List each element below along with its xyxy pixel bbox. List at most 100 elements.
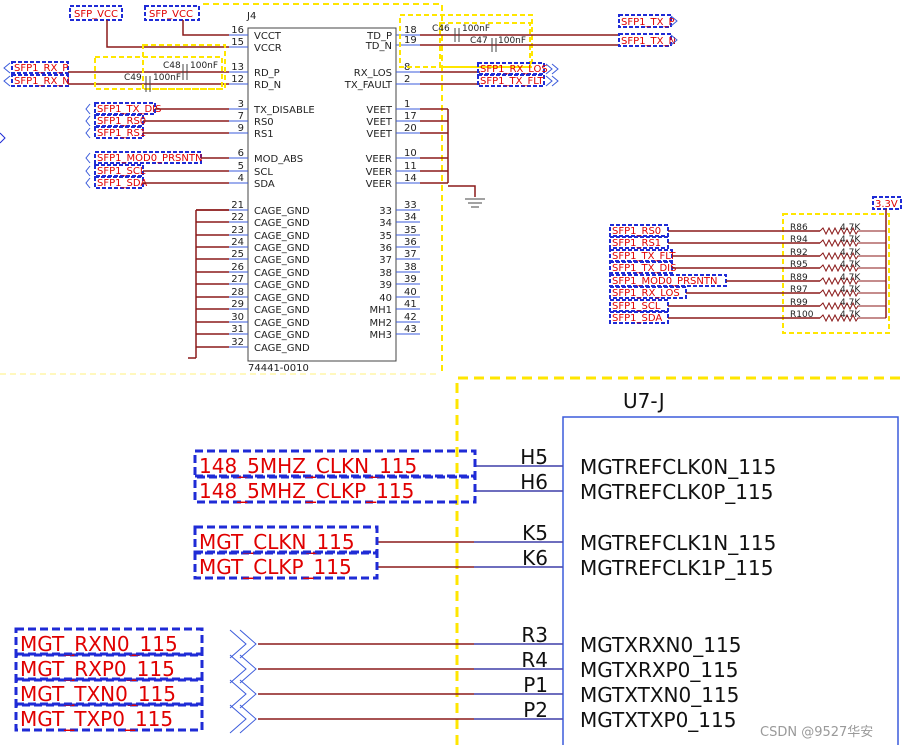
u7-pin-row: MGT_CLKN_115 K5 MGTREFCLK1N_115 <box>193 521 776 555</box>
sfp1-tx-p-port[interactable]: SFP1_TX_P <box>618 14 674 28</box>
pullup-row: SFP1_RS1 R94 4.7K <box>609 235 886 249</box>
sfp1-control-port[interactable]: SFP1_TX_DIS <box>94 102 161 115</box>
cap-c48-ref: C48 <box>163 61 181 71</box>
sfp1-control-port[interactable]: SFP1_MOD0_PRSNTN <box>94 151 202 164</box>
u7-net-port[interactable]: 148_5MHZ_CLKP_115 <box>193 474 477 504</box>
pin-number: 37 <box>404 249 417 260</box>
pin-name: RD_N <box>254 80 281 91</box>
cap-c47-ref: C47 <box>470 36 488 46</box>
cap-c48-value: 100nF <box>190 61 218 71</box>
j4-left-pins: 16 VCCT 15 VCCR 13 RD_P 12 RD_N 3 TX_DISABLE 7 RS0 9… <box>229 25 315 354</box>
pin-number: 4 <box>238 173 244 184</box>
port-label: SFP1_TX_DIS <box>612 263 676 274</box>
resistor-ref: R94 <box>790 235 808 245</box>
pullup-net-port[interactable]: SFP1_RS0 <box>609 224 669 237</box>
pin-name: CAGE_GND <box>254 305 310 316</box>
u7-net-port[interactable]: MGT_TXN0_115 <box>14 677 204 707</box>
pin-name: VCCT <box>254 31 282 42</box>
3v3-port[interactable]: 3.3V <box>872 196 902 210</box>
pullup-net-port[interactable]: SFP1_RX_LOS <box>609 286 687 299</box>
pin-number: 7 <box>238 111 244 122</box>
pin-number: 20 <box>404 123 417 134</box>
pin-number: H6 <box>520 470 548 494</box>
pin-name: VEET <box>366 105 392 116</box>
sfp1-control-port[interactable]: SFP1_RS1 <box>94 126 146 139</box>
pin-number: 19 <box>404 35 417 46</box>
pin-name: CAGE_GND <box>254 255 310 266</box>
sfp-vcc-port[interactable]: SFP_VCC <box>144 5 200 21</box>
sfp1-control-port[interactable]: SFP1_SDA <box>94 176 147 189</box>
svg-text:3.3V: 3.3V <box>875 199 898 210</box>
cap-c49-ref: C49 <box>124 73 142 83</box>
pin-number: 36 <box>404 237 417 248</box>
pin-number: 38 <box>404 262 417 273</box>
sfp1-rx-n-port[interactable]: SFP1_RX_N <box>11 74 70 87</box>
pullup-net-port[interactable]: SFP1_RS1 <box>609 236 669 249</box>
vcc-wire <box>182 20 229 36</box>
schematic: J4 74441-0010 16VCCT15VCCR13RD_P12RD_N3T… <box>0 3 906 745</box>
pin-name: CAGE_GND <box>254 318 310 329</box>
pin-name: VEER <box>366 179 392 190</box>
sfp1-rx-los-port[interactable]: SFP1_RX_LOS <box>477 62 548 75</box>
port-label: MGT_RXN0_115 <box>20 632 178 656</box>
vcc-wire <box>106 20 229 48</box>
pin-number: R3 <box>521 623 548 647</box>
pin-name: 35 <box>379 231 392 242</box>
arrow-icon <box>229 704 257 734</box>
arrow-icon <box>229 654 257 684</box>
port-label: 148_5MHZ_CLKP_115 <box>199 479 414 503</box>
pin-number: 22 <box>231 212 244 223</box>
pin-name: 38 <box>379 268 392 279</box>
u7-ref: U7-J <box>623 389 665 413</box>
u7-net-port[interactable]: MGT_RXP0_115 <box>14 652 204 682</box>
pin-number: 41 <box>404 299 417 310</box>
pin-number: 31 <box>231 324 244 335</box>
port-label: MGT_RXP0_115 <box>20 657 175 681</box>
pin-name: 40 <box>379 293 392 304</box>
port-label: SFP1_SDA <box>612 313 662 324</box>
cap-c47-value: 100nF <box>498 36 526 46</box>
pin-number: 5 <box>238 161 244 172</box>
pullup-net-port[interactable]: SFP1_TX_FLT <box>609 249 676 262</box>
pin-name: SCL <box>254 167 273 178</box>
sfp1-tx-flt-port[interactable]: SFP1_TX_FLT <box>477 74 545 87</box>
arrow-icon <box>545 63 559 87</box>
u7-net-port[interactable]: MGT_CLKP_115 <box>193 550 379 580</box>
cap-c46-ref: C46 <box>432 24 450 34</box>
pin-name: CAGE_GND <box>254 218 310 229</box>
sfp-vcc-port[interactable]: SFP_VCC <box>69 5 123 21</box>
pullup-net-port[interactable]: SFP1_MOD0_PRSNTN <box>609 274 727 287</box>
sfp1-tx-n-port[interactable]: SFP1_TX_N <box>618 33 676 47</box>
svg-text:SFP1_RX_LOS: SFP1_RX_LOS <box>480 64 548 75</box>
pullup-net-port[interactable]: SFP1_TX_DIS <box>609 261 676 274</box>
u7-net-port[interactable]: MGT_RXN0_115 <box>14 627 204 657</box>
port-label: SFP1_MOD0_PRSNTN <box>612 276 717 287</box>
port-label: SFP1_SDA <box>97 178 147 189</box>
sfp1-control-port[interactable]: SFP1_RS0 <box>94 114 146 127</box>
pin-name: 34 <box>379 218 392 229</box>
pin-number: 43 <box>404 324 417 335</box>
ground-wire <box>420 108 476 197</box>
u7-net-port[interactable]: 148_5MHZ_CLKN_115 <box>193 449 477 479</box>
port-label: SFP1_RS0 <box>612 226 661 237</box>
pin-number: 11 <box>404 161 417 172</box>
pin-name: CAGE_GND <box>254 280 310 291</box>
svg-text:SFP1_RX_N: SFP1_RX_N <box>14 76 70 87</box>
sfp1-control-port[interactable]: SFP1_SCL <box>94 164 146 177</box>
pin-number: P1 <box>523 673 548 697</box>
u7-net-port[interactable]: MGT_CLKN_115 <box>193 525 379 555</box>
sfp1-rx-p-port[interactable]: SFP1_RX_P <box>11 61 69 74</box>
pin-name: VEET <box>366 129 392 140</box>
pullup-net-port[interactable]: SFP1_SDA <box>609 311 669 324</box>
pin-number: K6 <box>522 546 548 570</box>
pin-name: 36 <box>379 243 392 254</box>
pin-name: RX_LOS <box>354 68 392 79</box>
resistor-value: 4.7K <box>840 298 861 308</box>
pin-number: P2 <box>523 698 548 722</box>
u7-net-port[interactable]: MGT_TXP0_115 <box>14 702 204 732</box>
pin-number: 2 <box>404 74 410 85</box>
pin-name: SDA <box>254 179 275 190</box>
pullup-net-port[interactable]: SFP1_SCL <box>609 299 669 312</box>
pin-number: 12 <box>231 74 244 85</box>
pin-name: VEET <box>366 117 392 128</box>
